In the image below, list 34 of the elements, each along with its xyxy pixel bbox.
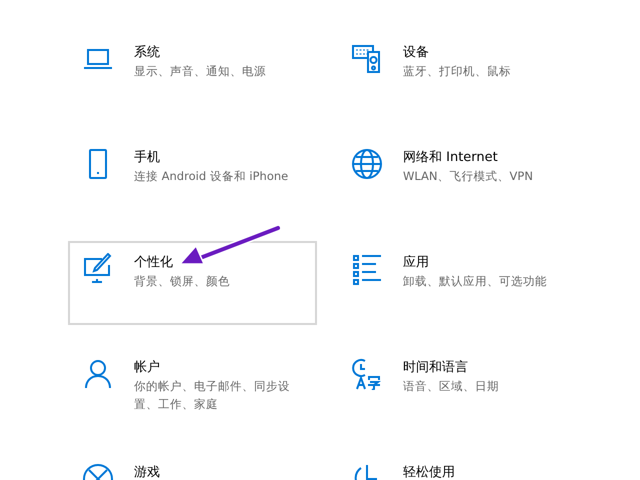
tile-description: 背景、锁屏、颜色 bbox=[134, 273, 231, 290]
person-icon bbox=[82, 358, 114, 390]
tile-description: 你的帐户、电子邮件、同步设置、工作、家庭 bbox=[134, 378, 291, 413]
settings-tile[interactable]: 应用 卸载、默认应用、可选功能 bbox=[337, 241, 586, 325]
tile-title: 时间和语言 bbox=[403, 359, 469, 377]
settings-tile[interactable]: 游戏 bbox=[68, 451, 317, 480]
tile-description: 语音、区域、日期 bbox=[403, 378, 500, 395]
tile-title: 个性化 bbox=[134, 254, 174, 272]
settings-tile[interactable]: 帐户 你的帐户、电子邮件、同步设置、工作、家庭 bbox=[68, 346, 317, 430]
settings-tile[interactable]: 设备 蓝牙、打印机、鼠标 bbox=[337, 31, 586, 115]
tile-title: 帐户 bbox=[134, 359, 161, 377]
tile-title: 设备 bbox=[403, 44, 430, 62]
tile-title: 游戏 bbox=[134, 464, 160, 480]
tile-description: 卸载、默认应用、可选功能 bbox=[403, 273, 548, 290]
tile-title: 轻松使用 bbox=[403, 464, 455, 480]
tile-description: 连接 Android 设备和 iPhone bbox=[134, 168, 290, 185]
clock-language-icon bbox=[351, 358, 383, 390]
tile-description: WLAN、飞行模式、VPN bbox=[403, 168, 534, 185]
tile-title: 手机 bbox=[134, 149, 161, 167]
tile-title: 系统 bbox=[134, 44, 161, 62]
settings-tile[interactable]: 个性化 背景、锁屏、颜色 bbox=[68, 241, 317, 325]
tile-title: 应用 bbox=[403, 254, 430, 272]
settings-tile[interactable]: 时间和语言 语音、区域、日期 bbox=[337, 346, 586, 430]
tile-title: 网络和 Internet bbox=[403, 149, 499, 167]
tile-description: 显示、声音、通知、电源 bbox=[134, 63, 267, 80]
settings-tile[interactable]: 网络和 Internet WLAN、飞行模式、VPN bbox=[337, 136, 586, 220]
globe-icon bbox=[351, 148, 383, 180]
settings-tile[interactable]: 系统 显示、声音、通知、电源 bbox=[68, 31, 317, 115]
brush-monitor-icon bbox=[82, 253, 114, 285]
keyboard-speaker-icon bbox=[351, 43, 383, 75]
tile-description: 蓝牙、打印机、鼠标 bbox=[403, 63, 512, 80]
settings-tile[interactable]: 手机 连接 Android 设备和 iPhone bbox=[68, 136, 317, 220]
settings-tile[interactable]: 轻松使用 bbox=[337, 451, 586, 480]
list-icon bbox=[351, 253, 383, 285]
